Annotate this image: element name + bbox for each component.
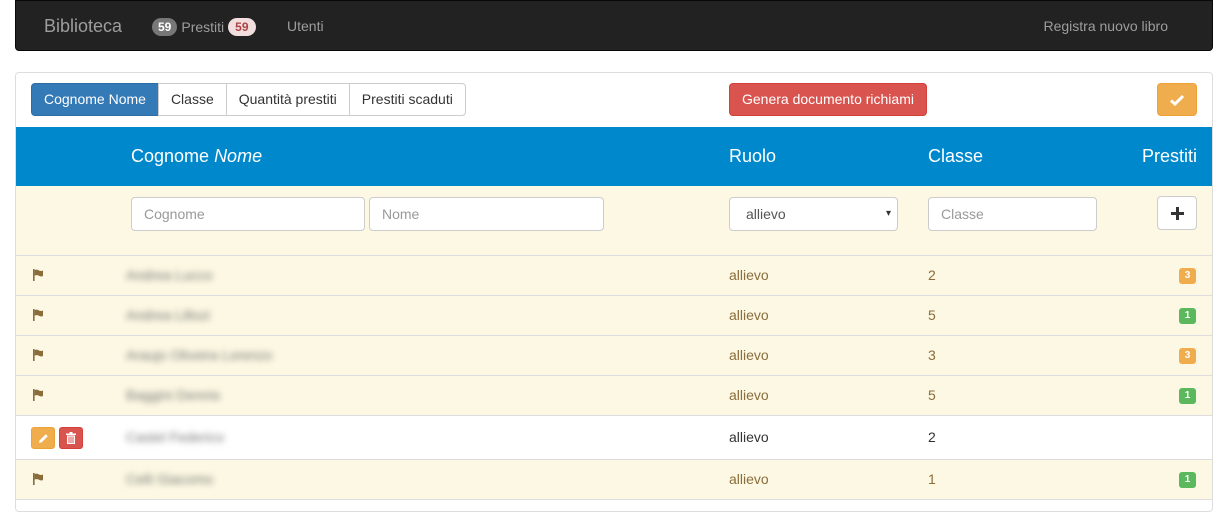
user-ruolo: allievo (729, 267, 769, 283)
header-classe[interactable]: Classe (928, 146, 983, 167)
flag-icon (33, 389, 43, 401)
user-name: Andrea Lillozi (126, 307, 211, 323)
genera-richiami-button[interactable]: Genera documento richiami (729, 83, 927, 116)
trash-icon (66, 432, 76, 444)
flag-icon (33, 309, 43, 321)
prestiti-count-label: 1 (1179, 388, 1196, 404)
user-name: Castel Federico (126, 429, 225, 445)
user-ruolo: allievo (729, 347, 769, 363)
edit-user-button[interactable] (31, 427, 55, 449)
user-classe: 5 (928, 307, 936, 323)
table-row[interactable]: Castel Federico allievo 2 (16, 416, 1212, 460)
top-navbar: Biblioteca 59 Prestiti 59 Utenti Registr… (15, 0, 1213, 51)
nav-prestiti[interactable]: 59 Prestiti 59 (152, 18, 256, 36)
pencil-icon (38, 433, 48, 443)
user-ruolo: allievo (729, 307, 769, 323)
header-nome: Nome (214, 146, 263, 166)
delete-user-button[interactable] (59, 427, 83, 449)
user-classe: 1 (928, 471, 936, 487)
flag-icon (33, 269, 43, 281)
user-name: Baggini Dennis (126, 387, 221, 403)
plus-icon (1170, 206, 1184, 220)
user-ruolo: allievo (729, 429, 769, 445)
classe-filter-input[interactable]: Classe (928, 197, 1097, 231)
flag-icon (33, 473, 43, 485)
chevron-down-icon: ▾ (885, 208, 891, 219)
table-row[interactable]: Celli Giacomo allievo 1 1 (16, 460, 1212, 500)
confirm-button[interactable] (1157, 83, 1197, 116)
user-ruolo: allievo (729, 387, 769, 403)
nome-filter-input[interactable]: Nome (369, 197, 604, 231)
user-name: Araujo Oliveira Lorenzo (126, 347, 273, 363)
user-name: Andrea Lucco (126, 267, 213, 283)
sort-quantita-button[interactable]: Quantità prestiti (225, 83, 350, 116)
user-ruolo: allievo (729, 471, 769, 487)
header-prestiti[interactable]: Prestiti (1142, 146, 1197, 167)
ruolo-select-value: allievo (746, 206, 786, 222)
sort-cognome-nome-button[interactable]: Cognome Nome (31, 83, 159, 116)
sort-classe-button[interactable]: Classe (157, 83, 227, 116)
prestiti-count-label: 1 (1179, 472, 1196, 488)
nav-registra-libro[interactable]: Registra nuovo libro (1043, 18, 1168, 34)
prestiti-overdue-badge: 59 (228, 18, 256, 36)
filter-row: Cognome Nome allievo ▾ Classe (16, 186, 1212, 256)
users-panel: Cognome Nome Classe Quantità prestiti Pr… (15, 72, 1213, 512)
sort-scaduti-button[interactable]: Prestiti scaduti (348, 83, 466, 116)
user-classe: 3 (928, 347, 936, 363)
cognome-filter-input[interactable]: Cognome (131, 197, 365, 231)
prestiti-count-label: 1 (1179, 308, 1196, 324)
nav-utenti[interactable]: Utenti (287, 18, 324, 34)
user-classe: 5 (928, 387, 936, 403)
prestiti-count-label: 3 (1179, 268, 1196, 284)
table-row[interactable]: Araujo Oliveira Lorenzo allievo 3 3 (16, 336, 1212, 376)
sort-button-group: Cognome Nome Classe Quantità prestiti Pr… (31, 83, 466, 116)
header-ruolo[interactable]: Ruolo (729, 146, 776, 167)
table-row[interactable]: Baggini Dennis allievo 5 1 (16, 376, 1212, 416)
table-row[interactable]: Andrea Lucco allievo 2 3 (16, 256, 1212, 296)
flag-icon (33, 349, 43, 361)
user-name: Celli Giacomo (126, 471, 214, 487)
header-cognome: Cognome (131, 146, 210, 166)
header-cognome-nome[interactable]: Cognome Nome (131, 146, 262, 167)
user-classe: 2 (928, 267, 936, 283)
check-icon (1170, 94, 1184, 106)
ruolo-select[interactable]: allievo ▾ (729, 197, 898, 231)
table-row[interactable]: Andrea Lillozi allievo 5 1 (16, 296, 1212, 336)
user-classe: 2 (928, 429, 936, 445)
prestiti-count-badge: 59 (152, 18, 178, 36)
nav-prestiti-label: Prestiti (181, 19, 225, 35)
brand-link[interactable]: Biblioteca (44, 16, 122, 37)
add-user-button[interactable] (1157, 196, 1197, 230)
table-header: Cognome Nome Ruolo Classe Prestiti (16, 127, 1212, 186)
prestiti-count-label: 3 (1179, 348, 1196, 364)
